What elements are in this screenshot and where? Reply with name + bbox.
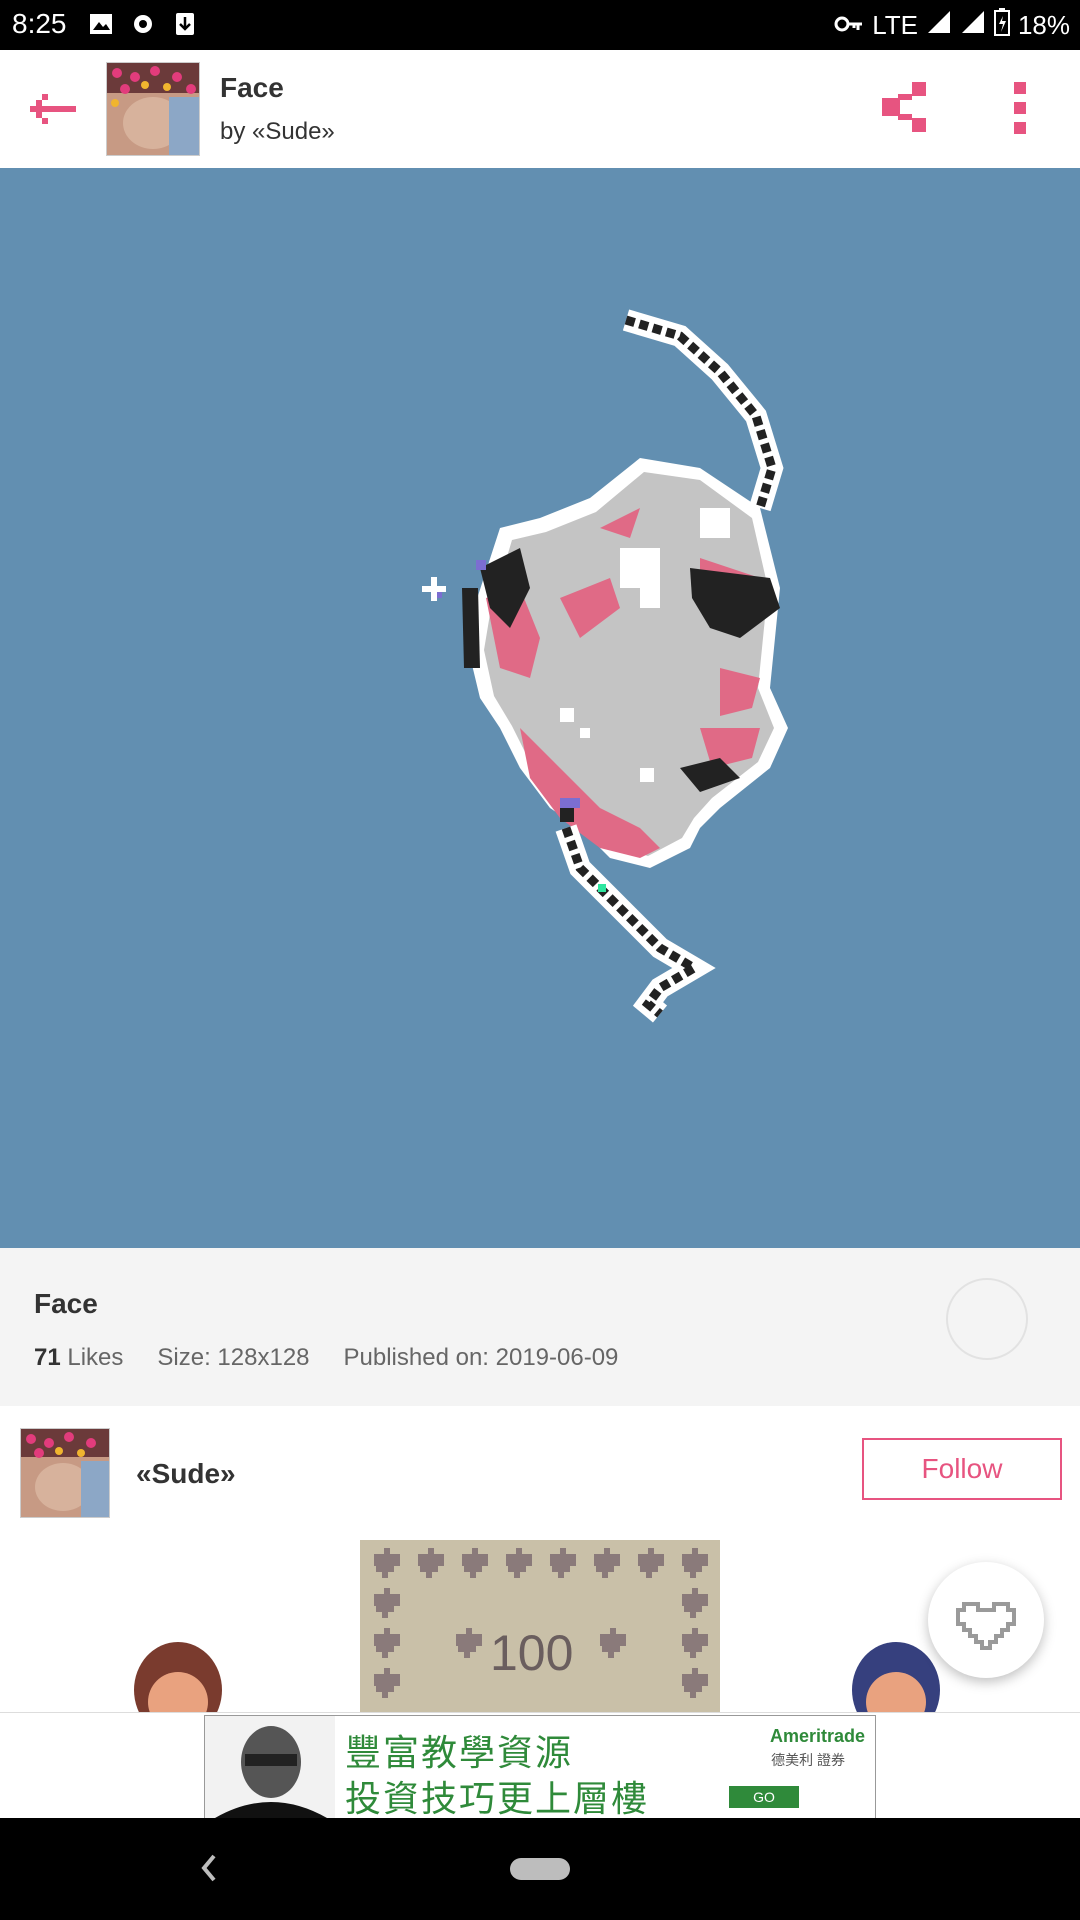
artwork-title: Face: [220, 72, 284, 103]
network-type: LTE: [872, 10, 918, 40]
pixel-art-face: [422, 309, 788, 1023]
battery-icon: [993, 8, 1010, 43]
artwork-thumbnail[interactable]: [106, 62, 200, 156]
ad-banner[interactable]: 豐富教學資源 投資技巧更上層樓 Ameritrade 德美利 證券 GO: [0, 1712, 1080, 1819]
author-avatar[interactable]: [20, 1428, 110, 1518]
pixel-arrow-back-icon: [30, 94, 76, 124]
ad-person-image: [205, 1716, 335, 1818]
signal-icon-2: [960, 9, 986, 42]
like-fab[interactable]: [928, 1562, 1044, 1678]
download-notification-icon: [172, 10, 198, 38]
ad-go-button[interactable]: GO: [729, 1786, 799, 1808]
pixel-share-icon: [882, 82, 926, 132]
app-bar: Face by «Sude»: [0, 50, 1080, 169]
status-bar: 8:25 LTE 18%: [0, 0, 1080, 50]
status-right: LTE 18%: [834, 8, 1070, 43]
status-time: 8:25: [12, 8, 67, 39]
canvas-size: Size: 128x128: [157, 1344, 310, 1371]
ad-brand: Ameritrade: [769, 1726, 865, 1746]
artwork-author[interactable]: by «Sude»: [220, 118, 335, 146]
chevron-left-icon: [201, 1854, 216, 1882]
pixel-more-vert-icon: [1014, 82, 1026, 134]
system-nav-bar: [0, 1818, 1080, 1920]
ad-content[interactable]: 豐富教學資源 投資技巧更上層樓 Ameritrade 德美利 證券 GO: [204, 1715, 876, 1819]
ad-brand-sub: 德美利 證券: [771, 1752, 845, 1768]
image-notification-icon: [88, 10, 114, 38]
ad-line-1: 豐富教學資源: [345, 1732, 574, 1773]
likes-number: 71: [34, 1344, 61, 1371]
likes-label: Likes: [67, 1344, 124, 1371]
gallery-item-left[interactable]: [130, 1640, 226, 1712]
battery-percent: 18%: [1017, 10, 1070, 40]
notification-icons: [88, 10, 198, 38]
ad-line-2: 投資技巧更上層樓: [345, 1778, 650, 1819]
info-meta: 71 Likes Size: 128x128 Published on: 201…: [34, 1344, 618, 1372]
artwork-info: Face 71 Likes Size: 128x128 Published on…: [0, 1248, 1080, 1406]
artwork-canvas[interactable]: [0, 168, 1080, 1248]
signal-icon: [926, 9, 952, 42]
gallery-item-center[interactable]: 100: [360, 1540, 720, 1712]
author-row: «Sude» Follow: [0, 1406, 1080, 1536]
share-button[interactable]: [878, 78, 938, 138]
follow-button[interactable]: Follow: [862, 1438, 1062, 1500]
app-notification-icon: [130, 10, 156, 38]
nav-home-pill[interactable]: [510, 1858, 570, 1880]
info-title: Face: [34, 1288, 98, 1319]
pixel-heart-outline-icon: [956, 1602, 1016, 1650]
back-button[interactable]: [24, 80, 84, 140]
likes-count[interactable]: 71 Likes: [34, 1344, 123, 1372]
nav-back-button[interactable]: [194, 1848, 224, 1888]
author-name[interactable]: «Sude»: [136, 1458, 236, 1490]
author-gallery: 100: [0, 1536, 1080, 1712]
loading-circle: [946, 1278, 1028, 1360]
vpn-key-icon: [834, 10, 864, 41]
more-options-button[interactable]: [1000, 78, 1040, 138]
gallery-card-text: 100: [490, 1625, 574, 1681]
published-date: Published on: 2019-06-09: [343, 1344, 619, 1371]
